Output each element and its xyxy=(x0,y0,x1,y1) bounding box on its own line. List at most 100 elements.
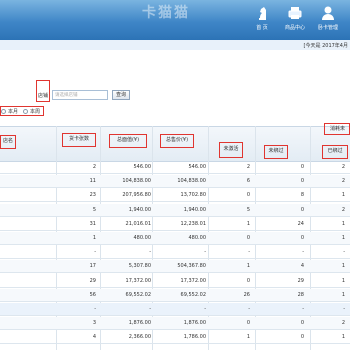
table-cell-price: - xyxy=(204,249,206,256)
table-cell-c: 2 xyxy=(341,320,345,327)
col-consumed: 消耗未 xyxy=(329,126,345,132)
table-cell-price: 1,940.00 xyxy=(183,206,206,213)
table-cell-count: 2 xyxy=(92,164,96,170)
radio-this-week-label: 本周 xyxy=(30,109,41,115)
table-cell-b: 4 xyxy=(300,263,304,270)
table-row[interactable]: 29 17,372.00 17,372.00 0 29 1 xyxy=(0,275,350,288)
table-cell-face: 69,552.02 xyxy=(125,291,151,298)
table-cell-count: 1 xyxy=(92,235,96,241)
col-face-value: 总面值(¥) xyxy=(116,137,140,143)
table-row[interactable]: 11 104,838.00 104,838.00 6 0 2 xyxy=(0,175,350,189)
table-cell-b: 0 xyxy=(300,178,304,185)
user-icon xyxy=(322,6,334,20)
nav-goods-center[interactable]: 商品中心 xyxy=(281,5,309,31)
table-cell-count: 17 xyxy=(89,263,96,270)
table-cell-b: 0 xyxy=(300,334,304,341)
chess-knight-icon xyxy=(259,7,266,20)
shop-label: 店铺 xyxy=(38,93,49,99)
nav-card-management-label: 卧卡管理 xyxy=(317,25,338,31)
table-row[interactable]: 2 546.00 546.00 2 0 2 xyxy=(0,161,350,174)
table-cell-price: 13,702.80 xyxy=(180,192,206,199)
table-cell-count: - xyxy=(94,306,96,312)
table-cell-price: 1,876.00 xyxy=(183,320,206,327)
table-cell-c: 1 xyxy=(341,235,345,241)
table-cell-face: 546.00 xyxy=(133,164,152,170)
col-total-price: 总售价(¥) xyxy=(165,137,189,143)
table-cell-b: 8 xyxy=(300,192,304,199)
table-cell-b: 0 xyxy=(300,235,304,241)
table-cell-count: 4 xyxy=(92,334,96,341)
table-cell-a: 26 xyxy=(243,291,250,298)
table-cell-count: 11 xyxy=(89,178,96,185)
table-cell-count: 31 xyxy=(89,220,96,227)
radio-circle-icon xyxy=(23,109,28,114)
radio-this-month[interactable]: 本月 xyxy=(1,108,18,115)
table-cell-face: 480.00 xyxy=(133,235,152,241)
table-cell-a: 0 xyxy=(246,320,250,327)
table-row[interactable]: ------ xyxy=(0,246,350,260)
table-cell-count: 3 xyxy=(92,320,96,327)
table-row[interactable]: ------ xyxy=(0,303,350,316)
table-cell-count: 29 xyxy=(89,277,96,284)
table-cell-face: 207,956.80 xyxy=(122,192,151,199)
table-cell-price: 1,786.00 xyxy=(183,334,206,341)
table-cell-a: 2 xyxy=(246,164,250,170)
table-cell-b: 28 xyxy=(297,291,304,298)
table-cell-b: - xyxy=(302,249,304,256)
table-cell-price: - xyxy=(204,306,206,312)
table-row[interactable]: 1 480.00 480.00 0 0 1 xyxy=(0,232,350,245)
radio-this-week[interactable]: 本周 xyxy=(23,108,40,115)
col-unlinked: 未绑过 xyxy=(268,148,284,154)
shop-input[interactable]: 请选择店铺 xyxy=(52,90,108,100)
table-cell-price: 504,367.80 xyxy=(177,263,206,270)
brand-watermark: 卡猫猫 xyxy=(142,5,190,21)
table-row[interactable]: 5 1,940.00 1,940.00 5 0 2 xyxy=(0,203,350,217)
table-cell-face: - xyxy=(149,249,151,256)
table-row[interactable]: 31 21,016.01 12,238.01 1 24 1 xyxy=(0,218,350,231)
table-cell-b: 0 xyxy=(300,164,304,170)
table-cell-a: 1 xyxy=(246,263,250,270)
table-cell-face: 21,016.01 xyxy=(125,220,151,227)
col-goods-count: 货卡张数 xyxy=(68,136,89,142)
table-cell-c: 2 xyxy=(341,164,345,170)
nav-home-label: 首 页 xyxy=(256,25,268,31)
table-row[interactable]: 3 1,876.00 1,876.00 0 0 2 xyxy=(0,317,350,331)
table-cell-a: 6 xyxy=(246,178,250,185)
table-cell-price: 480.00 xyxy=(188,235,207,241)
table-cell-c: 1 xyxy=(341,291,345,298)
table-cell-b: 0 xyxy=(300,320,304,327)
table-cell-c: 2 xyxy=(341,206,345,213)
table-cell-c: 1 xyxy=(341,263,345,270)
table-header: 店名 货卡张数 总面值(¥) 总售价(¥) 未激活 未绑过 已绑过 消耗未 xyxy=(0,123,350,162)
table-row[interactable]: 23 207,956.80 13,702.80 0 8 1 xyxy=(0,189,350,203)
table-cell-price: 546.00 xyxy=(188,164,207,170)
table-cell-b: 0 xyxy=(300,206,304,213)
table-cell-b: 29 xyxy=(297,277,304,284)
table-cell-face: 17,372.00 xyxy=(125,277,151,284)
nav-card-management[interactable]: 卧卡管理 xyxy=(314,5,342,31)
col-name: 店名 xyxy=(2,138,13,144)
date-info: [今天是 2017年4月 xyxy=(303,43,348,49)
table-cell-a: - xyxy=(248,306,250,312)
table-cell-price: 69,552.02 xyxy=(180,291,206,298)
table-cell-face: 2,366.00 xyxy=(128,334,151,341)
table-row[interactable]: 17 5,307.80 504,367.80 1 4 1 xyxy=(0,260,350,274)
nav-goods-center-label: 商品中心 xyxy=(284,25,305,31)
table-cell-c: 2 xyxy=(341,178,345,185)
table-row[interactable]: 56 69,552.02 69,552.02 26 28 1 xyxy=(0,288,350,302)
table-cell-c: - xyxy=(343,306,345,312)
table-cell-face: 5,307.80 xyxy=(128,263,151,270)
filter-panel: 店铺 请选择店铺 查询 本月 本周 xyxy=(0,50,350,116)
query-button[interactable]: 查询 xyxy=(112,90,130,100)
table-cell-price: 104,838.00 xyxy=(177,178,206,185)
nav-home[interactable]: 首 页 xyxy=(248,5,276,31)
table-cell-face: 1,940.00 xyxy=(128,206,151,213)
radio-circle-icon xyxy=(1,109,6,114)
col-linked: 已绑过 xyxy=(327,148,343,154)
table-cell-b: 24 xyxy=(297,220,304,227)
printer-icon xyxy=(288,7,302,19)
table-cell-b: - xyxy=(302,306,304,312)
table-cell-a: 0 xyxy=(246,277,250,284)
table-row[interactable]: 4 2,366.00 1,786.00 1 0 1 xyxy=(0,331,350,345)
col-unused: 未激活 xyxy=(223,146,239,152)
